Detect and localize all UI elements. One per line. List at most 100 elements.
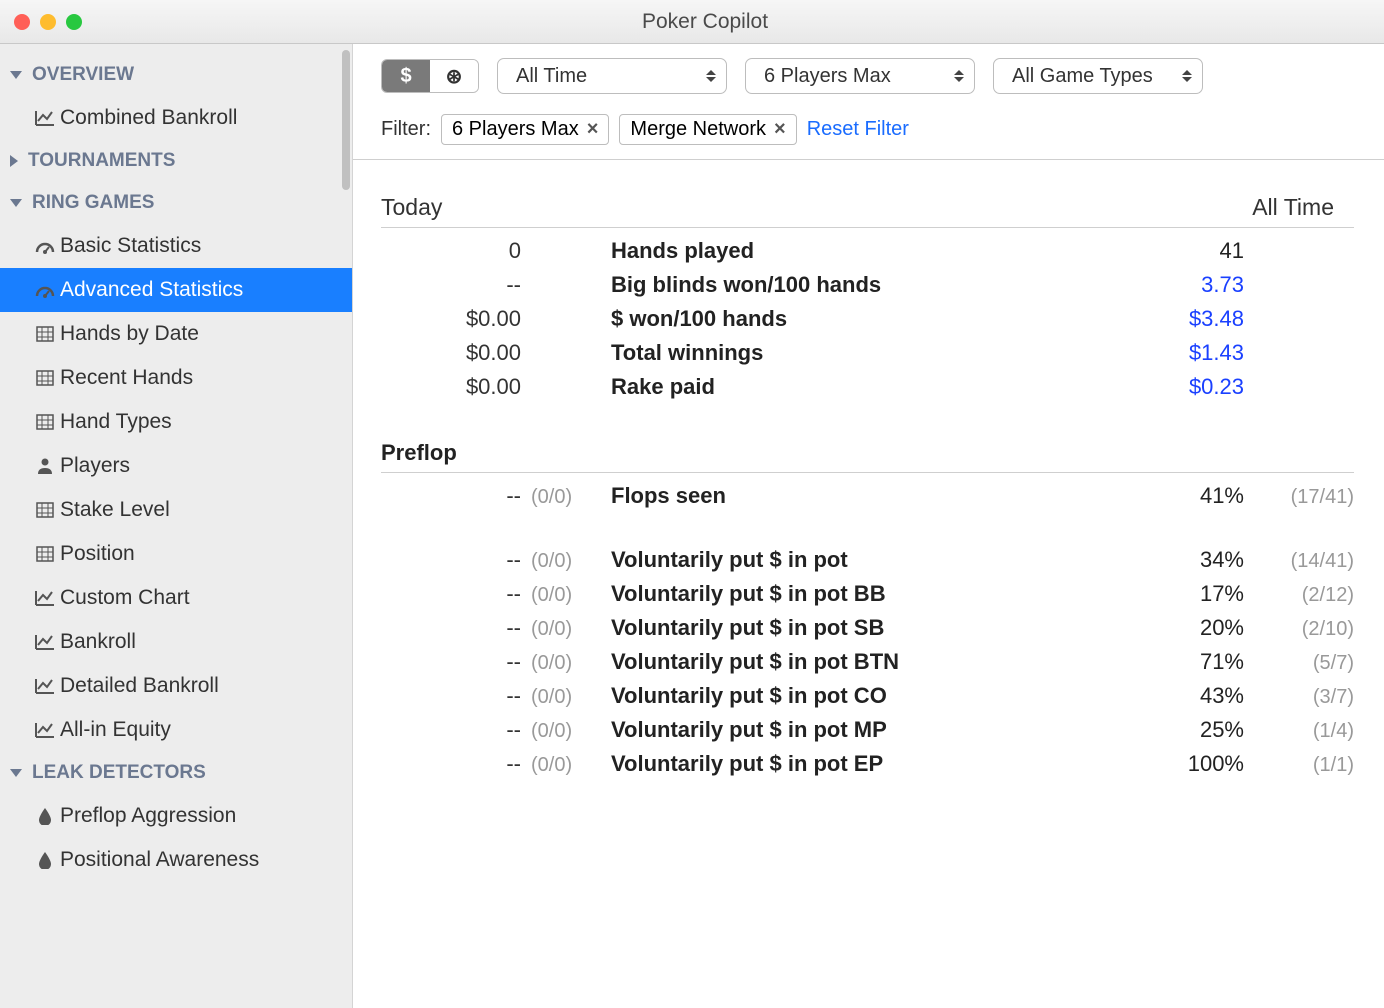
currency-off[interactable]: ⊛ [430, 60, 478, 92]
grid-icon [30, 326, 60, 342]
sidebar-item-stake-level[interactable]: Stake Level [0, 488, 352, 532]
chevron-updown-icon [954, 70, 964, 82]
chart-icon [30, 110, 60, 126]
stats-header: Today All Time [353, 190, 1384, 227]
currency-on[interactable]: $ [382, 60, 430, 92]
alltime-value: 43% [1124, 683, 1244, 709]
today-value: $0.00 [381, 340, 521, 366]
today-value: -- [381, 649, 521, 675]
alltime-value: 34% [1124, 547, 1244, 573]
dropdown-value: 6 Players Max [764, 65, 891, 88]
today-fraction: (0/0) [521, 584, 597, 607]
sidebar-item-detailed-bankroll[interactable]: Detailed Bankroll [0, 664, 352, 708]
today-value: -- [381, 483, 521, 509]
today-fraction: (0/0) [521, 550, 597, 573]
today-value: $0.00 [381, 306, 521, 332]
stat-label: $ won/100 hands [597, 306, 1124, 332]
game-type-dropdown[interactable]: All Game Types [993, 58, 1203, 94]
sidebar-item-bankroll[interactable]: Bankroll [0, 620, 352, 664]
sidebar-item-label: Hand Types [60, 410, 172, 434]
chart-icon [30, 634, 60, 650]
scrollbar-thumb[interactable] [342, 50, 350, 190]
today-fraction: (0/0) [521, 652, 597, 675]
sidebar-item-all-in-equity[interactable]: All-in Equity [0, 708, 352, 752]
stat-label: Voluntarily put $ in pot SB [597, 615, 1124, 641]
close-icon[interactable]: × [774, 118, 786, 141]
sidebar-item-hand-types[interactable]: Hand Types [0, 400, 352, 444]
section-label: OVERVIEW [32, 64, 134, 86]
chart-icon [30, 722, 60, 738]
grid-icon [30, 414, 60, 430]
alltime-fraction: (14/41) [1244, 550, 1354, 573]
sidebar-item-label: Positional Awareness [60, 848, 259, 872]
minimize-window-button[interactable] [40, 14, 56, 30]
drop-icon [30, 851, 60, 869]
person-icon [30, 457, 60, 475]
today-fraction: (0/0) [521, 486, 597, 509]
sidebar-item-recent-hands[interactable]: Recent Hands [0, 356, 352, 400]
sidebar-item-players[interactable]: Players [0, 444, 352, 488]
sidebar-item-basic-statistics[interactable]: Basic Statistics [0, 224, 352, 268]
filter-chip[interactable]: Merge Network× [619, 114, 796, 145]
drop-icon [30, 807, 60, 825]
alltime-value: 17% [1124, 581, 1244, 607]
close-icon[interactable]: × [587, 118, 599, 141]
stat-row: --(0/0)Voluntarily put $ in pot BTN71%(5… [353, 645, 1384, 679]
stat-label: Voluntarily put $ in pot BB [597, 581, 1124, 607]
sidebar-section-overview[interactable]: OVERVIEW [0, 54, 352, 96]
stat-row: --(0/0)Voluntarily put $ in pot SB20%(2/… [353, 611, 1384, 645]
stat-label: Voluntarily put $ in pot CO [597, 683, 1124, 709]
sidebar-item-label: Combined Bankroll [60, 106, 237, 130]
sidebar-item-positional-awareness[interactable]: Positional Awareness [0, 838, 352, 882]
today-value: -- [381, 683, 521, 709]
dropdown-value: All Time [516, 65, 587, 88]
today-fraction: (0/0) [521, 618, 597, 641]
today-fraction: (0/0) [521, 754, 597, 777]
stat-row: $0.00Rake paid$0.23 [353, 370, 1384, 404]
section-label: RING GAMES [32, 192, 154, 214]
stat-label: Voluntarily put $ in pot MP [597, 717, 1124, 743]
sidebar-item-combined-bankroll[interactable]: Combined Bankroll [0, 96, 352, 140]
sidebar-item-label: Custom Chart [60, 586, 190, 610]
alltime-fraction: (17/41) [1244, 486, 1354, 509]
window-title: Poker Copilot [82, 10, 1384, 34]
close-window-button[interactable] [14, 14, 30, 30]
sidebar-section-tournaments[interactable]: TOURNAMENTS [0, 140, 352, 182]
reset-filter-link[interactable]: Reset Filter [807, 118, 909, 141]
alltime-value: 71% [1124, 649, 1244, 675]
gauge-icon [30, 282, 60, 298]
window-controls [14, 14, 82, 30]
today-value: -- [381, 751, 521, 777]
alltime-value: 41% [1124, 483, 1244, 509]
today-fraction: (0/0) [521, 720, 597, 743]
filter-chip[interactable]: 6 Players Max × [441, 114, 609, 145]
sidebar-item-preflop-aggression[interactable]: Preflop Aggression [0, 794, 352, 838]
stat-row: --(0/0)Flops seen41%(17/41) [353, 479, 1384, 513]
gauge-icon [30, 238, 60, 254]
chevron-down-icon [10, 199, 22, 207]
sidebar-item-position[interactable]: Position [0, 532, 352, 576]
sidebar-item-label: Recent Hands [60, 366, 193, 390]
sidebar: OVERVIEW Combined Bankroll TOURNAMENTS RING… [0, 44, 353, 1008]
main-panel: $ ⊛ All Time 6 Players Max All Game Type… [353, 44, 1384, 1008]
zoom-window-button[interactable] [66, 14, 82, 30]
sidebar-item-hands-by-date[interactable]: Hands by Date [0, 312, 352, 356]
filter-label: Filter: [381, 118, 431, 141]
sidebar-item-advanced-statistics[interactable]: Advanced Statistics [0, 268, 352, 312]
chevron-updown-icon [1182, 70, 1192, 82]
players-dropdown[interactable]: 6 Players Max [745, 58, 975, 94]
sidebar-item-label: Detailed Bankroll [60, 674, 219, 698]
sidebar-item-label: Bankroll [60, 630, 136, 654]
sidebar-item-label: Stake Level [60, 498, 170, 522]
stat-row: $0.00Total winnings$1.43 [353, 336, 1384, 370]
currency-toggle[interactable]: $ ⊛ [381, 59, 479, 93]
stat-row: --Big blinds won/100 hands3.73 [353, 268, 1384, 302]
sidebar-section-leak-detectors[interactable]: LEAK DETECTORS [0, 752, 352, 794]
stat-label: Flops seen [597, 483, 1124, 509]
sidebar-section-ring-games[interactable]: RING GAMES [0, 182, 352, 224]
preflop-title: Preflop [381, 440, 1354, 473]
chip-label: 6 Players Max [452, 118, 579, 141]
date-range-dropdown[interactable]: All Time [497, 58, 727, 94]
sidebar-item-custom-chart[interactable]: Custom Chart [0, 576, 352, 620]
today-value: 0 [381, 238, 521, 264]
